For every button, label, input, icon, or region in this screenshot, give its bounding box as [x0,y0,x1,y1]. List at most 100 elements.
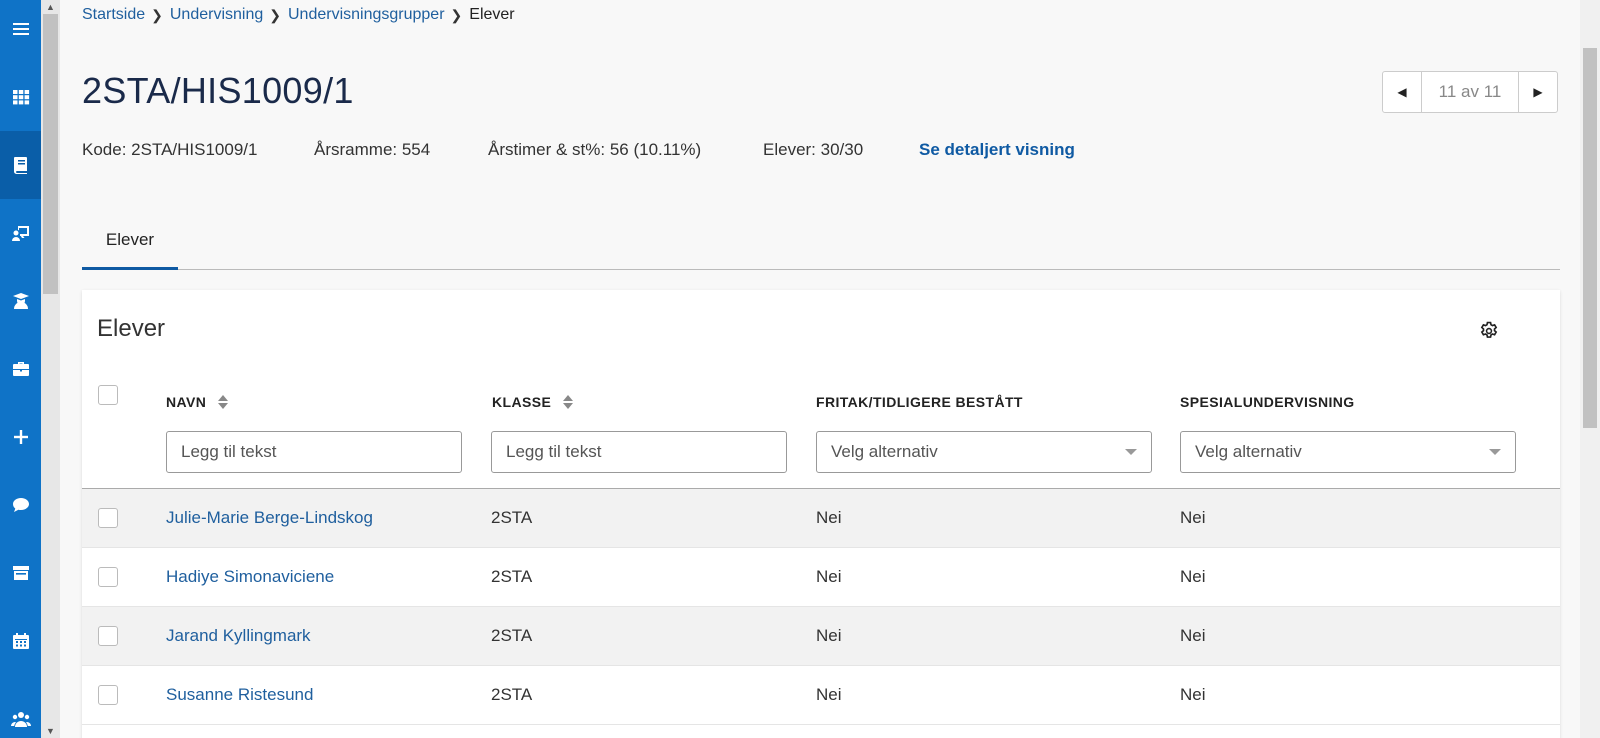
tab-bar: Elever [82,213,1560,270]
navn-filter-input[interactable]: Legg til tekst [166,431,462,473]
pager-next-button[interactable]: ▶ [1519,72,1557,112]
nav-item-students[interactable] [0,267,41,335]
students-card: Elever NAVN KLASSE FRITAK/TIDLIGERE BEST… [82,290,1560,738]
dropdown-caret-icon [1125,449,1137,455]
student-name-link[interactable]: Jarand Kyllingmark [166,626,311,646]
settings-button[interactable] [1478,320,1500,342]
student-klasse: 2STA [491,626,533,645]
group-info: Kode: 2STA/HIS1009/1 Årsramme: 554 Årsti… [82,140,1075,160]
chevron-right-icon: ❯ [269,6,281,23]
column-header-klasse[interactable]: KLASSE [492,394,574,410]
column-header-label: KLASSE [492,394,552,410]
tab-elever[interactable]: Elever [82,213,178,270]
student-fritak: Nei [816,685,842,704]
menu-button[interactable] [0,0,41,63]
nav-item-groups[interactable] [0,685,41,738]
menu-icon [12,23,29,35]
breadcrumb-startside[interactable]: Startside [82,6,145,24]
student-name-link[interactable]: Hadiye Simonaviciene [166,567,334,587]
nav-item-teaching[interactable] [0,131,41,199]
student-fritak: Nei [816,567,842,586]
scroll-up-arrow-icon[interactable]: ▲ [41,2,60,12]
table-row: Susanne Ristesund 2STA Nei Nei [82,666,1560,725]
breadcrumb-current: Elever [469,6,515,23]
pager-prev-button[interactable]: ◀ [1383,72,1421,112]
klasse-filter-input[interactable]: Legg til tekst [491,431,787,473]
pager-count: 11 av 11 [1421,72,1519,112]
chevron-right-icon: ❯ [450,6,463,23]
student-icon [12,293,29,309]
nav-item-add[interactable] [0,403,41,471]
main-content: Startside ❯ Undervisning ❯ Undervisnings… [60,0,1580,738]
column-header-label: SPESIALUNDERVISNING [1180,394,1355,410]
fritak-filter-value: Velg alternativ [831,442,938,461]
table-row: Hadiye Simonaviciene 2STA Nei Nei [82,548,1560,607]
spesial-filter-select[interactable]: Velg alternativ [1180,431,1516,473]
sort-icon [218,395,229,409]
sort-icon [563,395,574,409]
select-all-checkbox[interactable] [98,385,118,405]
student-spesial: Nei [1180,626,1206,645]
rail-scrollbar[interactable]: ▲ ▼ [41,0,60,738]
info-elever: Elever: 30/30 [763,140,864,159]
nav-item-archive[interactable] [0,539,41,607]
nav-rail [0,0,41,738]
fritak-filter-select[interactable]: Velg alternativ [816,431,1152,473]
nav-item-admin[interactable] [0,335,41,403]
calendar-icon [12,633,29,649]
student-spesial: Nei [1180,685,1206,704]
page-title: 2STA/HIS1009/1 [82,70,354,111]
caret-left-icon: ◀ [1397,85,1407,99]
row-checkbox[interactable] [98,626,118,646]
student-name-link[interactable]: Susanne Ristesund [166,685,313,705]
chevron-right-icon: ❯ [151,6,163,23]
briefcase-icon [12,362,29,376]
page-scrollbar-thumb[interactable] [1583,48,1597,428]
dropdown-caret-icon [1489,449,1501,455]
column-header-label: FRITAK/TIDLIGERE BESTÅTT [816,394,1023,410]
rail-scrollbar-thumb[interactable] [43,14,58,294]
row-checkbox[interactable] [98,567,118,587]
breadcrumb: Startside ❯ Undervisning ❯ Undervisnings… [82,6,515,24]
card-title: Elever [97,315,166,342]
student-klasse: 2STA [491,685,533,704]
column-header-label: NAVN [166,394,207,410]
spesial-filter-value: Velg alternativ [1195,442,1302,461]
gear-icon [1480,321,1498,338]
student-spesial: Nei [1180,508,1206,527]
book-icon [13,157,27,174]
info-kode: Kode: 2STA/HIS1009/1 [82,140,258,159]
group-icon [10,712,31,727]
chat-icon [12,498,29,512]
student-fritak: Nei [816,508,842,527]
nav-item-dashboard[interactable] [0,63,41,131]
teacher-board-icon [11,226,29,241]
info-arsramme: Årsramme: 554 [314,140,431,159]
student-klasse: 2STA [491,567,533,586]
nav-item-calendar[interactable] [0,607,41,675]
record-pager: ◀ 11 av 11 ▶ [1382,71,1558,113]
table-row: Jarand Kyllingmark 2STA Nei Nei [82,607,1560,666]
page-scrollbar[interactable] [1580,0,1600,738]
column-header-fritak: FRITAK/TIDLIGERE BESTÅTT [816,394,1023,410]
apps-grid-icon [12,90,29,105]
nav-item-teachers[interactable] [0,199,41,267]
row-checkbox[interactable] [98,685,118,705]
caret-right-icon: ▶ [1533,85,1543,99]
scroll-down-arrow-icon[interactable]: ▼ [41,726,60,736]
plus-icon [13,430,28,444]
detailed-view-link[interactable]: Se detaljert visning [919,140,1075,160]
column-header-spesialundervisning: SPESIALUNDERVISNING [1180,394,1355,410]
column-header-navn[interactable]: NAVN [166,394,229,410]
archive-icon [12,566,29,580]
student-spesial: Nei [1180,567,1206,586]
nav-item-messages[interactable] [0,471,41,539]
breadcrumb-undervisningsgrupper[interactable]: Undervisningsgrupper [288,6,445,24]
student-name-link[interactable]: Julie-Marie Berge-Lindskog [166,508,373,528]
student-klasse: 2STA [491,508,533,527]
row-checkbox[interactable] [98,508,118,528]
students-table-body: Julie-Marie Berge-Lindskog 2STA Nei Nei … [82,488,1560,725]
student-fritak: Nei [816,626,842,645]
table-row: Julie-Marie Berge-Lindskog 2STA Nei Nei [82,489,1560,548]
breadcrumb-undervisning[interactable]: Undervisning [170,6,263,24]
